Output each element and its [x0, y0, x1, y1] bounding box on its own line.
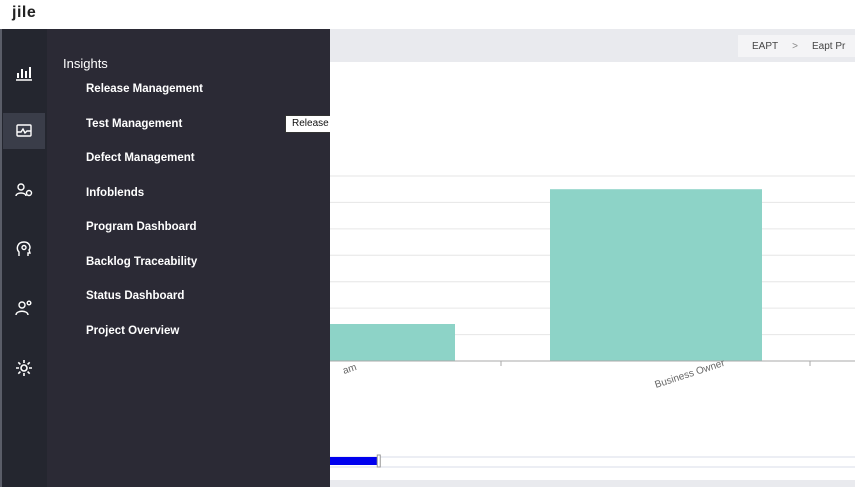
menu-item-infoblends[interactable]: Infoblends: [86, 187, 144, 199]
app-logo[interactable]: jile: [12, 4, 36, 22]
insights-rail-button[interactable]: [3, 55, 45, 91]
users-settings-icon: [15, 183, 33, 197]
menu-item-project-overview[interactable]: Project Overview: [86, 325, 179, 337]
scroll-handle: [376, 454, 381, 468]
menu-item-defect-management[interactable]: Defect Management: [86, 152, 195, 164]
x-tick-label: Business Owner: [654, 358, 727, 391]
bar-chart: am Business Owner: [330, 175, 855, 468]
menu-item-backlog-traceability[interactable]: Backlog Traceability: [86, 256, 197, 268]
menu-item-test-management[interactable]: Test Management: [86, 118, 182, 130]
team-icon: [15, 300, 32, 316]
dashboard-rail-button[interactable]: [3, 113, 45, 149]
bar-chart-icon: [16, 67, 32, 81]
chart-x-labels: am Business Owner: [342, 358, 727, 391]
bar-1: [550, 189, 762, 361]
rail-edge: [0, 29, 2, 487]
team-rail-button[interactable]: [3, 290, 45, 326]
insights-flyout-menu: Insights Release Management Test Managem…: [47, 29, 330, 487]
menu-item-program-dashboard[interactable]: Program Dashboard: [86, 221, 197, 233]
bottom-strip: [330, 480, 855, 487]
settings-gear-icon: [16, 360, 32, 376]
chart-bars: [330, 189, 762, 361]
user-settings-rail-button[interactable]: [3, 172, 45, 208]
breadcrumb-item-project[interactable]: Eapt Pr: [812, 41, 845, 52]
scroll-thumb: [330, 457, 378, 465]
chart-x-axis: [330, 360, 855, 366]
breadcrumb-item-eapt[interactable]: EAPT: [752, 41, 778, 52]
ideas-rail-button[interactable]: [3, 231, 45, 267]
lightbulb-head-icon: [16, 241, 31, 256]
breadcrumb: EAPT > Eapt Pr: [738, 35, 855, 57]
breadcrumb-separator: >: [792, 40, 798, 52]
menu-item-status-dashboard[interactable]: Status Dashboard: [86, 290, 184, 302]
x-tick-label: am: [342, 362, 359, 377]
chart-scrollbar: [330, 454, 855, 468]
flyout-title: Insights: [63, 56, 108, 71]
settings-rail-button[interactable]: [3, 350, 45, 386]
top-bar: jile: [0, 0, 855, 29]
menu-item-release-management[interactable]: Release Management: [86, 83, 203, 95]
dashboard-icon: [16, 124, 32, 137]
bar-0: [330, 324, 455, 361]
